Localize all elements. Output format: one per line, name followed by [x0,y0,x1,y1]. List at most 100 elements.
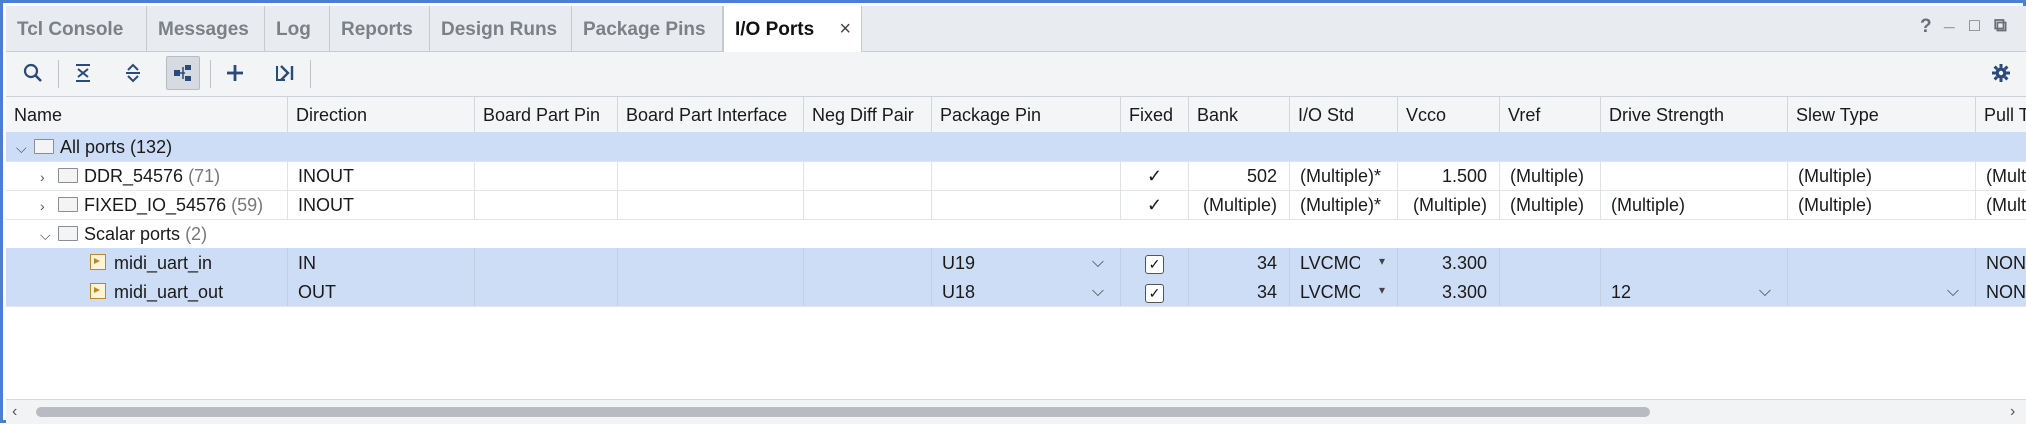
tab-reports[interactable]: Reports [330,6,430,51]
cell-board-part-pin [475,277,618,306]
cell-bank: 502 [1189,161,1290,190]
export-icon[interactable] [268,56,302,90]
column-header-vref[interactable]: Vref [1500,97,1601,132]
cell-drive-strength [1601,248,1788,277]
cell-vcco: 1.500 [1398,161,1500,190]
column-header-fixed[interactable]: Fixed [1121,97,1189,132]
column-header-board-part-pin[interactable]: Board Part Pin [475,97,618,132]
row-name: FIXED_IO_54576 [84,195,227,215]
select-value: LVCMOS [1300,282,1360,302]
table-row-ddr[interactable]: › DDR_54576 (71) INOUT ✓ 502 (Multiple)* … [6,161,2026,191]
column-header-vcco[interactable]: Vcco [1398,97,1500,132]
cell-vref: (Multiple) [1500,161,1601,190]
maximize-icon[interactable]: □ [1969,15,1980,36]
toolbar [6,52,2026,97]
cell-slew-type [1788,248,1976,277]
add-icon[interactable] [218,56,252,90]
cell-bank: 34 [1189,277,1290,306]
close-icon[interactable]: × [839,6,851,53]
tab-label: Tcl Console [17,19,124,40]
checkmark-icon: ✓ [1121,161,1189,190]
row-count: (132) [130,137,173,157]
horizontal-scrollbar[interactable]: ‹ › [6,399,2026,424]
column-header-package-pin[interactable]: Package Pin [932,97,1121,132]
tab-label: Design Runs [441,19,558,40]
collapse-all-icon[interactable] [66,56,100,90]
row-count: (71) [188,166,221,186]
fixed-checkbox[interactable]: ✓ [1145,284,1164,303]
tab-log[interactable]: Log [265,6,330,51]
io-ports-panel: Tcl Console Messages Log Reports Design … [0,0,2026,424]
column-header-direction[interactable]: Direction [288,97,475,132]
cell-neg-diff-pair [804,248,932,277]
cell-vcco: (Multiple) [1398,190,1500,219]
search-icon[interactable] [16,56,50,90]
chevron-down-icon[interactable]: ⌵ [16,133,34,161]
fixed-checkbox[interactable]: ✓ [1145,255,1164,274]
column-header-pull-type[interactable]: Pull T [1976,97,2026,132]
tab-tcl-console[interactable]: Tcl Console [6,6,147,51]
column-header-board-part-interface[interactable]: Board Part Interface [618,97,804,132]
bus-icon [58,197,78,212]
column-header-name[interactable]: Name [6,97,288,132]
cell-direction: INOUT [288,161,475,190]
folder-icon [34,139,54,154]
column-header-slew-type[interactable]: Slew Type [1788,97,1976,132]
cell-io-std: (Multiple)* [1290,161,1398,190]
chevron-down-icon: ⌵ [1091,283,1104,300]
table-row-midi-uart-in[interactable]: midi_uart_in IN U19⌵ ✓ 34 LVCMOS▾ 3.300 … [6,248,2026,278]
cell-drive-strength [1601,161,1788,190]
scroll-right-icon[interactable]: › [2010,400,2015,424]
select-value: U19 [942,253,976,273]
expand-all-icon[interactable] [116,56,150,90]
tab-design-runs[interactable]: Design Runs [430,6,572,51]
checkmark-icon: ✓ [1121,190,1189,219]
cell-neg-diff-pair [804,190,932,219]
table-row-all-ports[interactable]: ⌵ All ports (132) [6,132,2026,162]
chevron-down-icon: ⌵ [1946,283,1959,300]
cell-board-part-interface [618,161,804,190]
io-std-select[interactable]: LVCMOS ▾ [1290,277,1398,306]
cell-vcco: 3.300 [1398,248,1500,277]
cell-board-part-interface [618,190,804,219]
chevron-right-icon[interactable]: › [40,191,58,219]
group-by-interface-icon[interactable] [166,56,200,90]
minimize-icon[interactable]: _ [1944,10,1955,32]
column-header-neg-diff-pair[interactable]: Neg Diff Pair [804,97,932,132]
tab-label: Package Pins [583,19,706,40]
scroll-left-icon[interactable]: ‹ [12,400,17,424]
cell-board-part-pin [475,190,618,219]
table-row-scalar-ports[interactable]: ⌵ Scalar ports (2) [6,219,2026,249]
row-name: Scalar ports [84,224,181,244]
cell-vcco: 3.300 [1398,277,1500,306]
scrollbar-thumb[interactable] [36,407,1650,417]
cell-package-pin [932,161,1121,190]
settings-icon[interactable] [1984,56,2018,90]
chevron-down-icon[interactable]: ⌵ [40,220,58,248]
tab-messages[interactable]: Messages [147,6,265,51]
column-header-io-std[interactable]: I/O Std [1290,97,1398,132]
chevron-right-icon[interactable]: › [40,162,58,190]
column-header-bank[interactable]: Bank [1189,97,1290,132]
io-std-select[interactable]: LVCMOS ▾ [1290,248,1398,277]
package-pin-select[interactable]: U19 ⌵ [932,248,1121,277]
drive-strength-select[interactable]: 12 ⌵ [1601,277,1788,306]
select-value: LVCMOS [1300,253,1360,273]
table-row-fixed-io[interactable]: › FIXED_IO_54576 (59) INOUT ✓ (Multiple) … [6,190,2026,220]
slew-type-select[interactable]: ⌵ [1788,277,1976,306]
tab-label: Reports [341,19,413,40]
float-icon[interactable]: ⧉ [1994,15,2007,36]
tab-io-ports[interactable]: I/O Ports × [723,6,862,52]
caret-down-icon: ▾ [1378,254,1385,268]
cell-board-part-pin [475,161,618,190]
help-icon[interactable]: ? [1920,16,1932,38]
cell-pull-type: (Mult [1986,166,2026,186]
column-header-drive-strength[interactable]: Drive Strength [1601,97,1788,132]
row-name: All ports [60,137,126,157]
cell-direction: OUT [288,277,475,306]
tab-package-pins[interactable]: Package Pins [572,6,723,51]
table-row-midi-uart-out[interactable]: midi_uart_out OUT U18 ⌵ ✓ 34 LVCMOS ▾ 3.30… [6,277,2026,307]
package-pin-select[interactable]: U18 ⌵ [932,277,1121,306]
cell-direction: IN [288,248,475,277]
row-name: midi_uart_in [114,253,213,273]
